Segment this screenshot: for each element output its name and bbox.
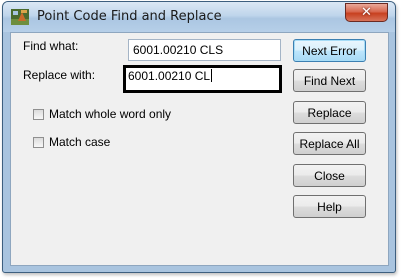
window-close-button[interactable]: ✕ [345,3,388,22]
replace-with-value: 6001.00210 CL [128,69,211,83]
close-x-icon: ✕ [361,5,372,20]
close-button[interactable]: Close [293,164,366,187]
text-caret [211,69,213,82]
replace-with-input[interactable]: 6001.00210 CL [123,65,282,93]
find-next-button[interactable]: Find Next [293,69,366,92]
match-case-label: Match case [49,135,111,149]
match-whole-word-checkbox[interactable] [33,108,44,120]
find-what-label: Find what: [23,39,79,53]
match-case-option[interactable]: Match case [33,135,110,149]
match-whole-word-option[interactable]: Match whole word only [33,107,171,121]
find-replace-dialog: Point Code Find and Replace ✕ Find what:… [2,1,396,273]
dialog-body: Find what: 6001.00210 CLS Replace with: … [10,32,389,266]
find-what-input[interactable]: 6001.00210 CLS [128,39,281,61]
match-case-checkbox[interactable] [33,136,44,148]
find-what-value: 6001.00210 CLS [133,43,224,57]
window-title: Point Code Find and Replace [37,9,222,24]
next-error-button[interactable]: Next Error [293,39,366,62]
replace-all-button[interactable]: Replace All [293,132,366,155]
title-bar[interactable]: Point Code Find and Replace ✕ [3,2,395,32]
match-whole-word-label: Match whole word only [49,107,172,121]
app-icon [11,9,29,25]
help-button[interactable]: Help [293,195,366,218]
replace-button[interactable]: Replace [293,101,366,124]
replace-with-label: Replace with: [23,68,96,82]
